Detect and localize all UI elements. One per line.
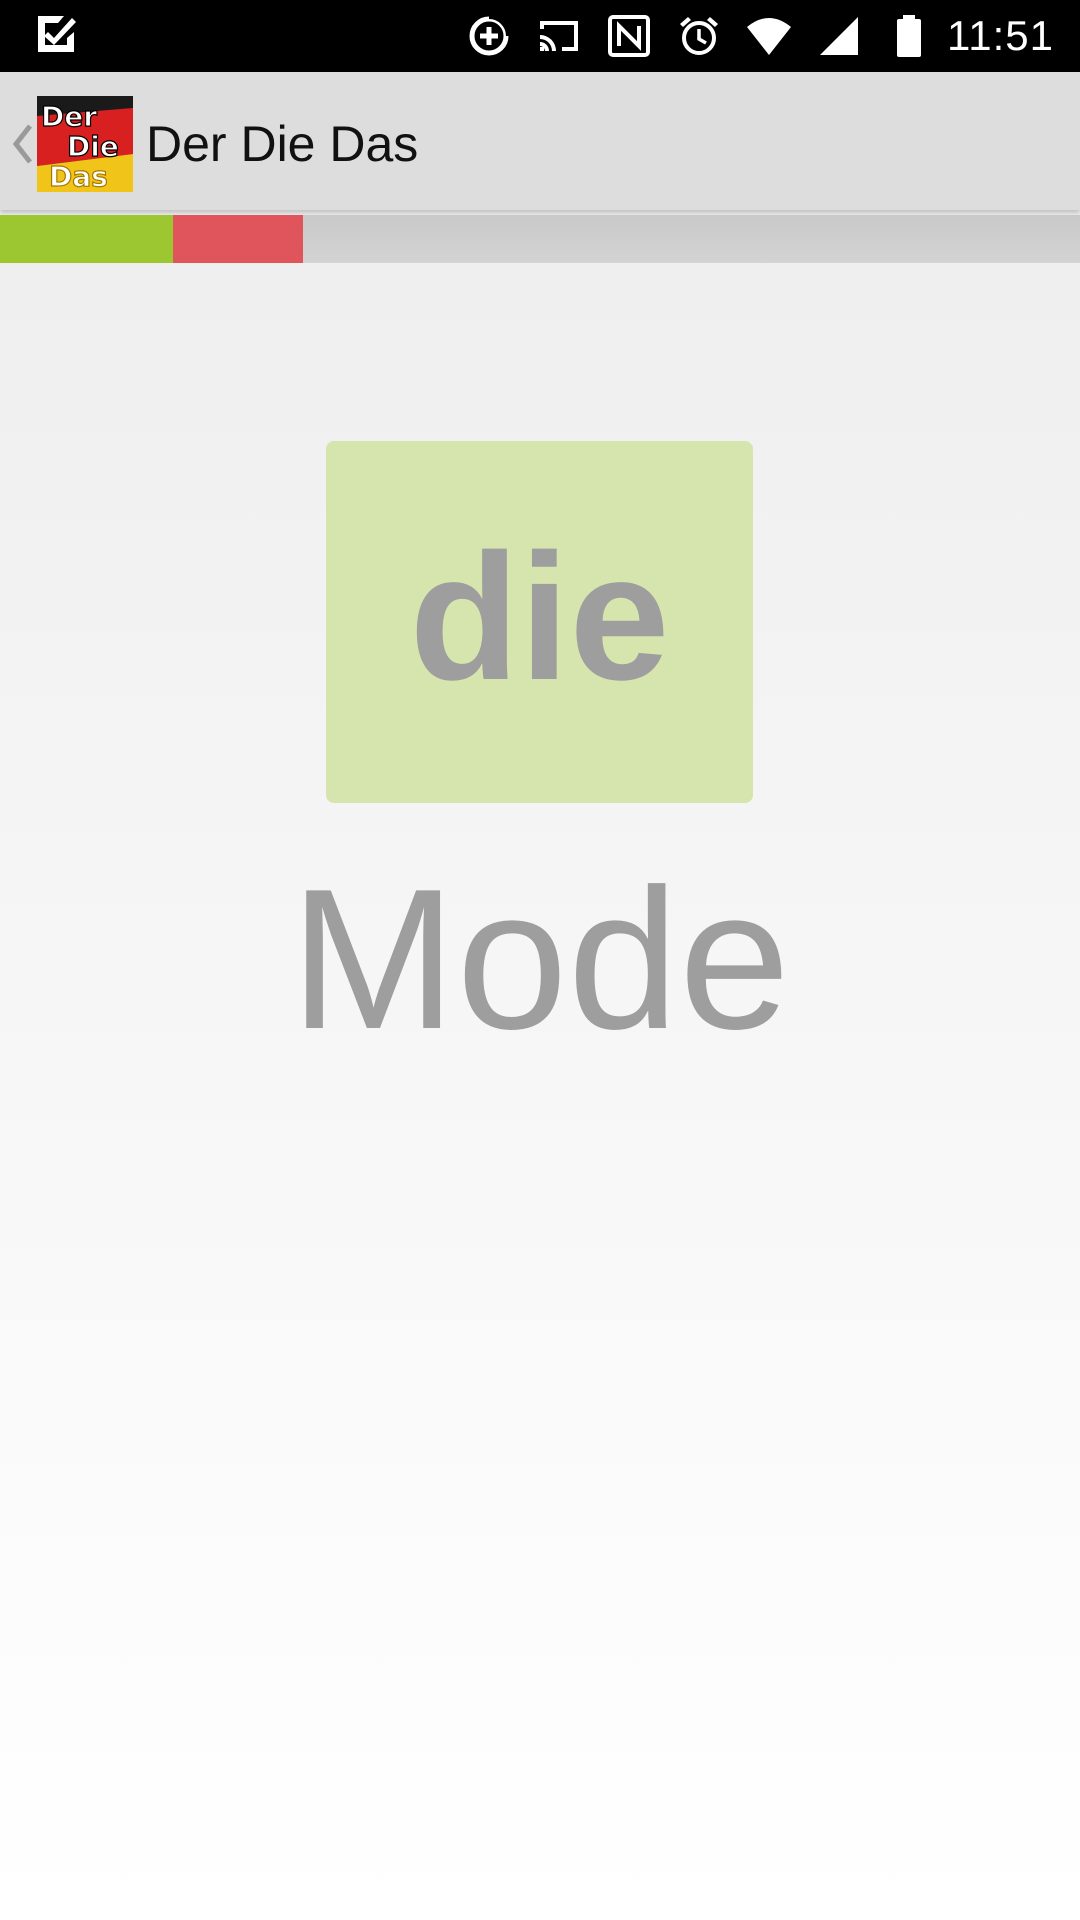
svg-text:Die: Die <box>67 130 119 163</box>
progress-correct-segment <box>0 215 173 263</box>
app-logo[interactable]: Der Die Das <box>37 96 133 192</box>
status-bar: 11:51 <box>0 0 1080 72</box>
cell-signal-icon <box>815 12 863 60</box>
task-check-icon <box>34 12 78 56</box>
svg-text:Der: Der <box>41 100 97 133</box>
wifi-icon <box>745 12 793 60</box>
article-card[interactable]: die <box>326 441 753 803</box>
noun-word: Mode <box>289 848 791 1071</box>
data-saver-icon <box>465 12 513 60</box>
article-label: die <box>409 517 670 718</box>
back-chevron-icon[interactable] <box>10 122 34 166</box>
svg-text:Das: Das <box>49 160 108 192</box>
progress-strip <box>0 215 1080 263</box>
battery-icon <box>885 12 933 60</box>
action-bar: Der Die Das Der Die Das <box>0 72 1080 210</box>
progress-wrong-segment <box>173 215 303 263</box>
app-title: Der Die Das <box>146 116 419 172</box>
alarm-icon <box>675 12 723 60</box>
status-clock: 11:51 <box>947 12 1054 59</box>
cast-icon <box>535 12 583 60</box>
nfc-icon <box>605 12 653 60</box>
